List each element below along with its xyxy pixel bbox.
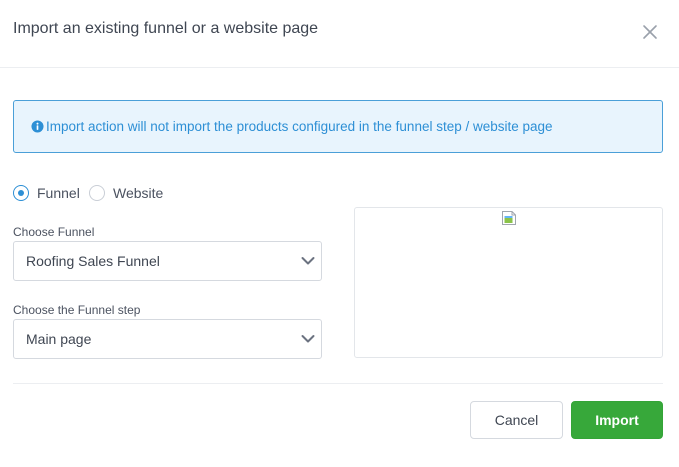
funnel-radio[interactable]: Funnel (13, 184, 80, 202)
funnel-select[interactable]: Roofing Sales Funnel (13, 241, 322, 281)
funnel-radio-label: Funnel (37, 185, 80, 201)
info-circle-icon (31, 120, 44, 133)
page-preview (354, 207, 663, 358)
close-button[interactable] (640, 22, 660, 42)
radio-unchecked-icon (89, 185, 105, 201)
funnel-select-value: Roofing Sales Funnel (26, 253, 160, 269)
radio-checked-icon (13, 185, 29, 201)
close-icon (643, 25, 657, 39)
choose-funnel-label: Choose Funnel (13, 225, 95, 239)
alert-message: Import action will not import the produc… (46, 119, 553, 134)
footer-divider (13, 383, 663, 384)
info-alert: Import action will not import the produc… (13, 100, 663, 153)
broken-image-icon (502, 211, 516, 225)
chevron-down-icon (301, 257, 315, 265)
funnel-step-select[interactable]: Main page (13, 319, 322, 359)
import-modal: Import an existing funnel or a website p… (0, 0, 679, 467)
cancel-button[interactable]: Cancel (470, 401, 563, 439)
import-button[interactable]: Import (571, 401, 663, 439)
funnel-step-select-value: Main page (26, 331, 92, 347)
chevron-down-icon (301, 335, 315, 343)
choose-step-label: Choose the Funnel step (13, 303, 141, 317)
website-radio[interactable]: Website (89, 184, 163, 202)
website-radio-label: Website (113, 185, 164, 201)
modal-title: Import an existing funnel or a website p… (13, 20, 319, 37)
modal-header: Import an existing funnel or a website p… (0, 0, 679, 68)
